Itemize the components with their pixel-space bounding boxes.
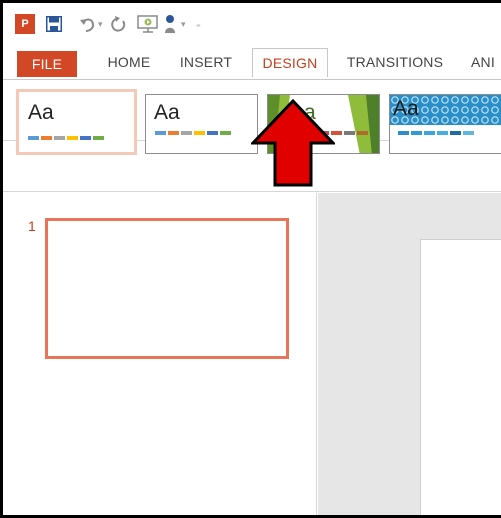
undo-icon[interactable] — [79, 14, 97, 34]
touch-mode-dropdown-icon[interactable]: ▾ — [181, 14, 186, 34]
tab-design[interactable]: DESIGN — [252, 48, 328, 77]
slide-thumbnail[interactable] — [45, 218, 289, 359]
tab-insert[interactable]: INSERT — [173, 48, 239, 77]
undo-dropdown-icon[interactable]: ▾ — [98, 14, 103, 34]
tab-transitions[interactable]: TRANSITIONS — [339, 48, 451, 77]
theme-office[interactable]: Aa — [16, 89, 137, 155]
save-icon[interactable] — [46, 16, 62, 32]
theme-office-theme-2[interactable]: Aa — [145, 94, 258, 154]
callout-arrow-icon — [251, 99, 335, 187]
slide-number: 1 — [28, 218, 36, 234]
quick-access-toolbar: P ▾ ▾ ₌ — [3, 3, 501, 45]
customize-qat-icon[interactable]: ₌ — [196, 14, 201, 34]
powerpoint-window: P ▾ ▾ ₌ FILE HOME INSERT DESIGN TRANSITI… — [0, 0, 501, 518]
theme-color-swatches — [155, 131, 231, 135]
theme-label: Aa — [393, 97, 419, 120]
ribbon-tabs: FILE HOME INSERT DESIGN TRANSITIONS ANI — [3, 45, 501, 79]
tab-home[interactable]: HOME — [99, 48, 159, 77]
tab-animations[interactable]: ANI — [471, 48, 501, 77]
theme-color-swatches — [28, 136, 104, 140]
repeat-icon[interactable] — [111, 14, 127, 34]
theme-color-swatches — [398, 131, 474, 135]
touch-mode-icon[interactable] — [162, 14, 178, 34]
theme-ion[interactable]: Aa — [389, 94, 501, 154]
ribbon-bottom-divider — [3, 191, 501, 192]
tab-file[interactable]: FILE — [17, 51, 77, 77]
slide-canvas[interactable] — [420, 239, 501, 515]
theme-label: Aa — [28, 101, 54, 124]
theme-label: Aa — [154, 101, 180, 124]
start-from-beginning-icon[interactable] — [137, 14, 159, 34]
powerpoint-logo-icon[interactable]: P — [15, 14, 35, 34]
pane-divider[interactable] — [316, 193, 317, 515]
